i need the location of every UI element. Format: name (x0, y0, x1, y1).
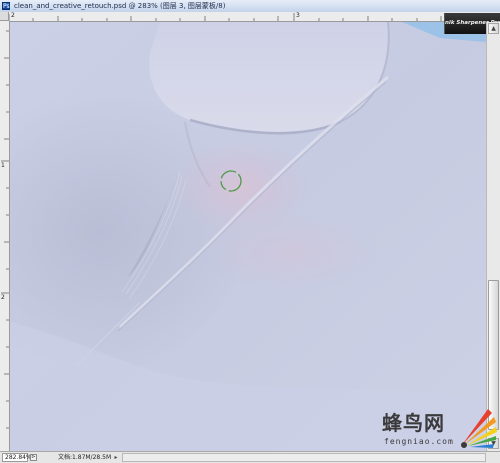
horizontal-ruler[interactable]: 2 3 (8, 12, 500, 22)
site-watermark: 蜂鸟网 fengniao.com (382, 405, 500, 451)
zoom-level-field[interactable]: 282.84% (2, 453, 32, 462)
image-canvas[interactable] (10, 22, 486, 451)
ruler-left-label-2: 2 (1, 294, 5, 301)
ruler-top-label-2: 3 (296, 12, 300, 19)
scroll-up-icon[interactable]: ▲ (488, 23, 499, 34)
ruler-origin[interactable] (0, 12, 9, 21)
horizontal-scrollbar[interactable] (122, 453, 486, 462)
status-navigate-icon[interactable]: ⊳ (30, 454, 37, 461)
watermark-chinese-text: 蜂鸟网 (382, 411, 445, 435)
document-title: clean_and_creative_retouch.psd @ 283% (图… (14, 2, 226, 10)
photoshop-document-window: Ps clean_and_creative_retouch.psd @ 283%… (0, 0, 500, 463)
document-size-info: 文档:1.87M/28.5M (58, 454, 112, 461)
vertical-ruler[interactable]: 1 2 (0, 21, 10, 451)
photoshop-document-icon: Ps (2, 2, 10, 10)
status-bar: 282.84% ⊳ 文档:1.87M/28.5M ▸ (0, 451, 500, 463)
ruler-left-label-1: 1 (1, 162, 5, 169)
vertical-ruler-ticks (1, 30, 9, 429)
photo-skin-closeup (10, 22, 486, 451)
vertical-scrollbar[interactable]: ▲ ▼ (486, 22, 500, 451)
horizontal-ruler-ticks (8, 13, 442, 21)
fengniao-logo-icon (461, 409, 497, 448)
ruler-top-label-1: 2 (11, 12, 15, 19)
watermark-url-text: fengniao.com (384, 437, 454, 446)
status-menu-arrow-icon[interactable]: ▸ (112, 453, 120, 462)
